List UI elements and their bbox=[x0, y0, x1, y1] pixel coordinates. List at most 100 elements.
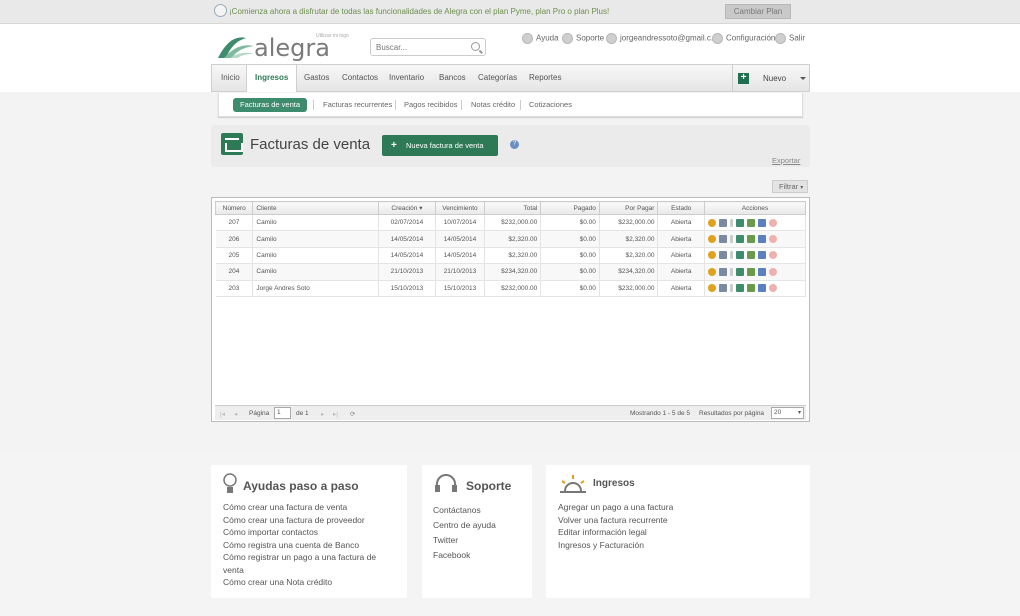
prev-page-icon[interactable]: ◂ bbox=[234, 410, 237, 418]
col-numero[interactable]: Número bbox=[214, 201, 254, 215]
nav-categorias[interactable]: Categorías bbox=[478, 65, 517, 91]
edit-icon[interactable] bbox=[746, 284, 755, 293]
question-icon[interactable]: ? bbox=[510, 140, 519, 149]
void-icon[interactable] bbox=[768, 218, 777, 227]
help-link[interactable]: Cómo registra una cuenta de Banco bbox=[223, 539, 398, 552]
first-page-icon[interactable]: |◂ bbox=[220, 410, 225, 418]
status-link[interactable]: Abierta bbox=[657, 280, 705, 297]
subnav-cotizaciones[interactable]: Cotizaciones bbox=[529, 98, 572, 112]
status-link[interactable]: Abierta bbox=[657, 247, 705, 265]
col-vencimiento[interactable]: Vencimiento bbox=[435, 201, 485, 215]
view-icon[interactable] bbox=[707, 235, 716, 244]
per-page-select[interactable]: 20 ▾ bbox=[771, 407, 804, 419]
alegra-logo-icon[interactable] bbox=[216, 32, 256, 62]
col-total[interactable]: Total bbox=[483, 201, 542, 215]
ingresos-link[interactable]: Editar información legal bbox=[558, 526, 673, 539]
status-link[interactable]: Abierta bbox=[657, 230, 705, 248]
download-icon[interactable] bbox=[729, 267, 733, 276]
nav-gastos[interactable]: Gastos bbox=[304, 65, 329, 91]
help-link[interactable]: Cómo importar contactos bbox=[223, 526, 398, 539]
filter-button[interactable]: Filtrar ▾ bbox=[772, 180, 808, 193]
support-link[interactable]: Soporte bbox=[562, 33, 604, 44]
email-icon[interactable] bbox=[757, 267, 766, 276]
search-input[interactable] bbox=[371, 39, 465, 55]
edit-icon[interactable] bbox=[746, 251, 755, 260]
download-icon[interactable] bbox=[729, 218, 733, 227]
nav-ingresos[interactable]: Ingresos bbox=[246, 65, 298, 93]
edit-icon[interactable] bbox=[746, 235, 755, 244]
nav-inicio[interactable]: Inicio bbox=[221, 65, 240, 91]
status-link[interactable]: Abierta bbox=[657, 263, 705, 281]
new-dropdown-button[interactable]: + Nuevo bbox=[732, 65, 809, 91]
col-pagado[interactable]: Pagado bbox=[540, 201, 600, 215]
email-icon[interactable] bbox=[757, 218, 766, 227]
table-row[interactable]: 205 Camilo 14/05/2014 14/05/2014 $2,320.00 $0… bbox=[215, 247, 807, 265]
view-icon[interactable] bbox=[707, 251, 716, 260]
nav-contactos[interactable]: Contactos bbox=[342, 65, 378, 91]
email-icon[interactable] bbox=[757, 235, 766, 244]
download-icon[interactable] bbox=[729, 235, 733, 244]
help-link[interactable]: Cómo registrar un pago a una factura de … bbox=[223, 551, 398, 576]
ingresos-link[interactable]: Volver una factura recurrente bbox=[558, 514, 673, 527]
download-icon[interactable] bbox=[729, 284, 733, 293]
ingresos-link[interactable]: Agregar un pago a una factura bbox=[558, 501, 673, 514]
table-row[interactable]: 206 Camilo 14/05/2014 14/05/2014 $2,320.00 $0… bbox=[215, 230, 807, 248]
add-payment-icon[interactable] bbox=[735, 251, 744, 260]
edit-icon[interactable] bbox=[746, 218, 755, 227]
add-payment-icon[interactable] bbox=[735, 284, 744, 293]
col-creacion[interactable]: Creación ▾ bbox=[377, 201, 437, 215]
add-payment-icon[interactable] bbox=[735, 218, 744, 227]
view-icon[interactable] bbox=[707, 267, 716, 276]
help-link[interactable]: Cómo crear una Nota crédito bbox=[223, 576, 398, 589]
subnav-notas-credito[interactable]: Notas crédito bbox=[471, 98, 515, 112]
help-link[interactable]: Cómo crear una factura de proveedor bbox=[223, 514, 398, 527]
print-icon[interactable] bbox=[718, 251, 727, 260]
refresh-icon[interactable]: ⟳ bbox=[350, 410, 355, 418]
download-icon[interactable] bbox=[729, 251, 733, 260]
print-icon[interactable] bbox=[718, 267, 727, 276]
table-row[interactable]: 203 Jorge Andres Soto 15/10/2013 15/10/2013… bbox=[215, 280, 807, 297]
void-icon[interactable] bbox=[768, 251, 777, 260]
change-plan-button[interactable]: Cambiar Plan bbox=[725, 4, 791, 19]
nav-bancos[interactable]: Bancos bbox=[439, 65, 466, 91]
print-icon[interactable] bbox=[718, 235, 727, 244]
ingresos-link[interactable]: Ingresos y Facturación bbox=[558, 539, 673, 552]
status-link[interactable]: Abierta bbox=[657, 214, 705, 232]
subnav-facturas-venta[interactable]: Facturas de venta bbox=[233, 98, 308, 112]
email-icon[interactable] bbox=[757, 251, 766, 260]
add-payment-icon[interactable] bbox=[735, 267, 744, 276]
account-link[interactable]: jorgeandressoto@gmail.c... bbox=[606, 33, 718, 44]
support-link[interactable]: Twitter bbox=[433, 533, 496, 548]
subnav-pagos-recibidos[interactable]: Pagos recibidos bbox=[404, 98, 457, 112]
logout-link[interactable]: Salir bbox=[775, 33, 805, 44]
search-icon[interactable] bbox=[471, 42, 480, 51]
col-cliente[interactable]: Cliente bbox=[252, 201, 379, 215]
new-invoice-button[interactable]: + Nueva factura de venta bbox=[382, 135, 498, 156]
page-number-input[interactable]: 1 bbox=[274, 407, 291, 419]
col-por-pagar[interactable]: Por Pagar bbox=[598, 201, 659, 215]
void-icon[interactable] bbox=[768, 284, 777, 293]
search-box[interactable] bbox=[370, 38, 486, 56]
support-link[interactable]: Facebook bbox=[433, 548, 496, 563]
export-link[interactable]: Exportar bbox=[772, 156, 800, 165]
view-icon[interactable] bbox=[707, 284, 716, 293]
table-row[interactable]: 204 Camilo 21/10/2013 21/10/2013 $234,320.00… bbox=[215, 263, 807, 281]
use-my-logo-link[interactable]: Utilizar mi logo bbox=[316, 33, 349, 39]
print-icon[interactable] bbox=[718, 284, 727, 293]
help-link[interactable]: Ayuda bbox=[522, 33, 559, 44]
void-icon[interactable] bbox=[768, 267, 777, 276]
config-link[interactable]: Configuración bbox=[712, 33, 775, 44]
nav-reportes[interactable]: Reportes bbox=[529, 65, 561, 91]
support-link[interactable]: Centro de ayuda bbox=[433, 518, 496, 533]
view-icon[interactable] bbox=[707, 218, 716, 227]
last-page-icon[interactable]: ▸| bbox=[333, 410, 338, 418]
support-link[interactable]: Contáctanos bbox=[433, 503, 496, 518]
void-icon[interactable] bbox=[768, 235, 777, 244]
email-icon[interactable] bbox=[757, 284, 766, 293]
help-link[interactable]: Cómo crear una factura de venta bbox=[223, 501, 398, 514]
print-icon[interactable] bbox=[718, 218, 727, 227]
next-page-icon[interactable]: ▸ bbox=[321, 410, 324, 418]
nav-inventario[interactable]: Inventario bbox=[389, 65, 424, 91]
table-row[interactable]: 207 Camilo 02/07/2014 10/07/2014 $232,000.00… bbox=[215, 214, 807, 232]
edit-icon[interactable] bbox=[746, 267, 755, 276]
